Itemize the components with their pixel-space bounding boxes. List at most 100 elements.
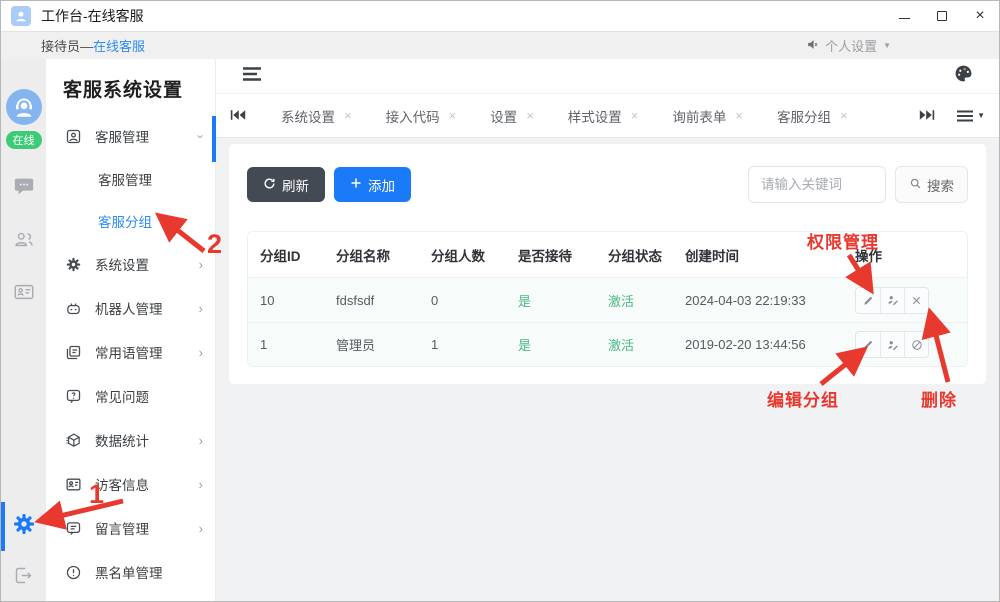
sidebar-item-faq[interactable]: 常见问题 xyxy=(46,374,215,418)
col-group-id: 分组ID xyxy=(260,245,336,265)
agent-avatar[interactable] xyxy=(6,89,42,125)
sidebar-subitem-kefu-management[interactable]: 客服管理 xyxy=(46,158,215,200)
sidebar-item-visitor-info[interactable]: 访客信息 › xyxy=(46,462,215,506)
sidebar-item-label: 客服管理 xyxy=(95,126,149,146)
tab-style-settings[interactable]: 样式设置× xyxy=(551,106,656,126)
close-button[interactable]: × xyxy=(973,9,987,23)
cell-receive: 是 xyxy=(518,291,608,310)
sidebar-item-system-settings[interactable]: 系统设置 › xyxy=(46,242,215,286)
search-input[interactable] xyxy=(748,166,886,203)
sidebar-subitem-kefu-group[interactable]: 客服分组 xyxy=(46,200,215,242)
chevron-right-icon: › xyxy=(199,477,203,492)
close-icon[interactable]: × xyxy=(449,109,457,122)
add-label: 添加 xyxy=(368,175,395,195)
close-icon[interactable]: × xyxy=(735,109,743,122)
close-icon[interactable]: × xyxy=(840,109,848,122)
sound-icon[interactable] xyxy=(806,38,819,54)
sidebar-item-phrase-management[interactable]: 常用语管理 › xyxy=(46,330,215,374)
cell-group-id: 10 xyxy=(260,293,336,308)
minimize-button[interactable] xyxy=(897,9,911,23)
app-window: 工作台-在线客服 × 接待员—在线客服 个人设置 ▼ 在线 xyxy=(0,0,1000,602)
cell-status: 激活 xyxy=(608,335,685,354)
sidebar-item-message-management[interactable]: 留言管理 › xyxy=(46,506,215,550)
chevron-right-icon: › xyxy=(199,257,203,272)
reception-channel-link[interactable]: 在线客服 xyxy=(93,36,145,55)
cell-group-members: 0 xyxy=(431,293,518,308)
sidebar-item-blacklist[interactable]: 黑名单管理 xyxy=(46,550,215,594)
permission-button[interactable] xyxy=(880,288,904,313)
settings-gear-icon[interactable] xyxy=(12,512,36,541)
close-icon[interactable]: × xyxy=(526,109,534,122)
refresh-label: 刷新 xyxy=(282,175,309,195)
sidebar-item-label: 留言管理 xyxy=(95,518,149,538)
alert-circle-icon xyxy=(65,564,82,581)
theme-palette-icon[interactable] xyxy=(954,64,973,88)
search-icon xyxy=(909,177,922,193)
edit-group-button[interactable] xyxy=(856,288,880,313)
collapse-menu-icon[interactable] xyxy=(242,66,262,87)
sidebar-item-statistics[interactable]: 数据统计 › xyxy=(46,418,215,462)
sidebar-item-label: 数据统计 xyxy=(95,430,149,450)
maximize-button[interactable] xyxy=(935,9,949,23)
sidebar-item-label: 系统设置 xyxy=(95,254,149,274)
tab-system-settings[interactable]: 系统设置 × xyxy=(264,106,369,126)
subitem-label: 客服分组 xyxy=(98,211,152,231)
sidebar-item-label: 黑名单管理 xyxy=(95,562,163,582)
sidebar-item-label: 机器人管理 xyxy=(95,298,163,318)
cell-group-name: 管理员 xyxy=(336,335,431,354)
col-created: 创建时间 xyxy=(685,245,855,265)
sidebar-item-kefu-management[interactable]: 客服管理 › xyxy=(46,114,215,158)
close-icon[interactable]: × xyxy=(631,109,639,122)
visitor-card-icon[interactable] xyxy=(13,281,35,308)
sidebar-item-robot-management[interactable]: 机器人管理 › xyxy=(46,286,215,330)
group-list-card: 刷新 添加 搜索 xyxy=(229,144,986,384)
message-bubble-icon xyxy=(65,520,82,537)
chevron-right-icon: › xyxy=(199,345,203,360)
tab-settings[interactable]: 设置× xyxy=(473,106,551,126)
tab-label: 客服分组 xyxy=(777,106,831,126)
search-button[interactable]: 搜索 xyxy=(895,166,968,203)
tab-access-code[interactable]: 接入代码× xyxy=(369,106,474,126)
tab-pre-chat-form[interactable]: 询前表单 × xyxy=(655,106,760,126)
add-button[interactable]: 添加 xyxy=(334,167,411,202)
chat-icon[interactable] xyxy=(13,175,35,202)
plus-icon xyxy=(350,177,362,192)
close-icon[interactable]: × xyxy=(344,109,352,122)
permission-button[interactable] xyxy=(880,332,904,357)
table-row: 10 fdsfsdf 0 是 激活 2024-04-03 22:19:33 xyxy=(248,278,967,322)
action-group xyxy=(855,331,929,358)
cell-created: 2019-02-20 13:44:56 xyxy=(685,337,855,352)
col-actions: 操作 xyxy=(855,245,955,265)
reception-label: 接待员— xyxy=(41,36,93,55)
window-title: 工作台-在线客服 xyxy=(41,6,144,26)
breadcrumb-bar: 接待员—在线客服 个人设置 ▼ xyxy=(1,31,999,59)
cell-receive: 是 xyxy=(518,335,608,354)
search-label: 搜索 xyxy=(927,175,954,195)
content-area: 刷新 添加 搜索 xyxy=(216,138,999,602)
active-indicator xyxy=(1,502,5,551)
tab-label: 询前表单 xyxy=(672,106,726,126)
contacts-icon[interactable] xyxy=(13,228,35,255)
action-group xyxy=(855,287,929,314)
robot-icon xyxy=(65,300,82,317)
delete-button[interactable] xyxy=(904,288,928,313)
refresh-button[interactable]: 刷新 xyxy=(247,167,325,202)
tab-kefu-group[interactable]: 客服分组 × xyxy=(760,106,865,126)
chevron-down-icon: › xyxy=(193,134,208,138)
scroll-tabs-right-icon[interactable] xyxy=(919,108,935,124)
cell-group-members: 1 xyxy=(431,337,518,352)
edit-group-button[interactable] xyxy=(856,332,880,357)
tab-label: 系统设置 xyxy=(281,106,335,126)
tab-options-menu-icon[interactable]: ▼ xyxy=(957,110,985,122)
chevron-right-icon: › xyxy=(199,301,203,316)
col-group-name: 分组名称 xyxy=(336,245,431,265)
agent-badge-icon xyxy=(65,128,82,145)
logout-icon[interactable] xyxy=(13,565,34,591)
disabled-delete-icon xyxy=(904,332,928,357)
chevron-down-icon: ▼ xyxy=(883,41,891,50)
icon-rail: 在线 xyxy=(1,59,46,602)
personal-settings-menu[interactable]: 个人设置 xyxy=(825,36,877,55)
sidebar-item-label: 常用语管理 xyxy=(95,342,163,362)
stats-cube-icon xyxy=(65,432,82,449)
scroll-tabs-left-icon[interactable] xyxy=(230,108,246,124)
